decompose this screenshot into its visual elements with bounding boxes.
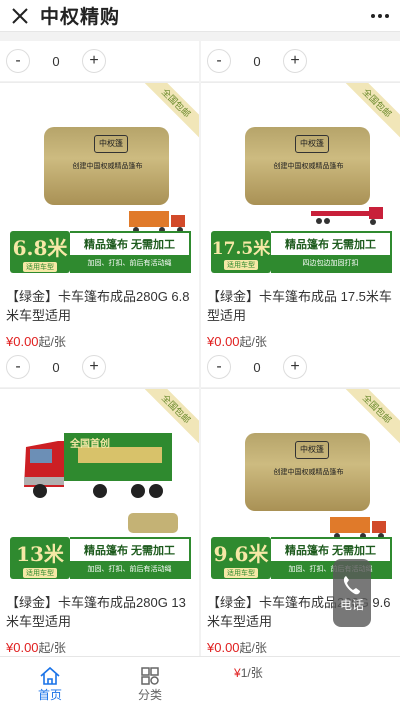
price-value: ¥0.00: [6, 640, 39, 655]
bag-caption: 创建中国权威精品篷布: [72, 163, 143, 170]
page-title: 中权精购: [40, 7, 121, 28]
partial-price-text: ¥1/张: [234, 666, 263, 680]
bag-logo: 中权篷: [94, 135, 128, 153]
more-icon: [371, 13, 375, 18]
minus-button[interactable]: -: [6, 355, 30, 379]
truck-icon: [330, 517, 386, 539]
product-card-3[interactable]: 全国包邮 全国首创 13米 适用车型 精品篷布 无需加工 加固、打扣、前后有活动…: [0, 388, 199, 663]
quantity-value[interactable]: 0: [231, 360, 283, 375]
banner-title: 精品篷布 无需加工: [284, 545, 377, 557]
bag-logo: 全国首创: [70, 439, 110, 450]
category-icon: [141, 666, 159, 685]
tab-category-label: 分类: [137, 687, 162, 702]
quantity-stepper[interactable]: - 0 +: [6, 48, 106, 74]
tarp-roll-image: 中权篷 创建中国权威精品篷布: [44, 127, 169, 205]
product-banner: 6.8米 适用车型 精品篷布 无需加工 加固、打扣、前后有活动绳: [10, 231, 191, 273]
banner-subtitle: 加固、打扣、前后有活动绳: [271, 561, 390, 577]
banner-title: 精品篷布 无需加工: [83, 239, 176, 251]
quantity-value[interactable]: 0: [30, 54, 82, 69]
product-card-2[interactable]: 全国包邮 中权篷 创建中国权威精品篷布 17.5米 适用车型 精品篷布 无需加工…: [201, 82, 400, 357]
product-image[interactable]: 全国包邮 全国首创 13米 适用车型 精品篷布 无需加工 加固、打扣、前后有活动…: [0, 389, 199, 589]
plus-button[interactable]: +: [82, 355, 106, 379]
minus-button[interactable]: -: [207, 49, 231, 73]
product-banner: 13米 适用车型 精品篷布 无需加工 加固、打扣、前后有活动绳: [10, 537, 191, 579]
flatbed-trailer-icon: [311, 207, 383, 225]
tarp-roll-small: [128, 513, 178, 533]
product-card-1[interactable]: 全国包邮 中权篷 创建中国权威精品篷布 6.8米 适用车型 精品篷布 无需加工 …: [0, 82, 199, 357]
home-icon: [40, 666, 60, 685]
quantity-stepper[interactable]: - 0 +: [207, 48, 307, 74]
product-name[interactable]: 【绿金】卡车篷布成品280G 13米车型适用: [0, 589, 199, 633]
price-unit: 起/张: [38, 641, 66, 655]
price-value: ¥0.00: [207, 640, 240, 655]
tarp-roll-image: 中权篷 创建中国权威精品篷布: [245, 433, 370, 511]
top-bar: 中权精购: [0, 0, 400, 32]
price-unit: 起/张: [239, 641, 267, 655]
tab-category[interactable]: 分类: [100, 657, 200, 711]
product-image[interactable]: 全国包邮 中权篷 创建中国权威精品篷布 6.8米 适用车型 精品篷布 无需加工 …: [0, 83, 199, 283]
more-button[interactable]: [360, 0, 400, 32]
close-icon: [12, 7, 28, 24]
tarp-roll-image: 中权篷 创建中国权威精品篷布: [245, 127, 370, 205]
plus-button[interactable]: +: [283, 355, 307, 379]
banner-title: 精品篷布 无需加工: [83, 545, 176, 557]
plus-button[interactable]: +: [283, 49, 307, 73]
quantity-stepper[interactable]: - 0 +: [207, 354, 307, 380]
truck-icon: [129, 211, 185, 233]
tab-home-label: 首页: [37, 687, 62, 702]
tab-home[interactable]: 首页: [0, 657, 100, 711]
minus-button[interactable]: -: [207, 355, 231, 379]
phone-icon: [343, 575, 360, 594]
size-badge: 17.5米 适用车型: [211, 231, 271, 273]
banner-title: 精品篷布 无需加工: [284, 239, 377, 251]
bag-logo: 中权篷: [295, 135, 329, 153]
quantity-value[interactable]: 0: [30, 360, 82, 375]
size-badge: 13米 适用车型: [10, 537, 70, 579]
size-badge: 6.8米 适用车型: [10, 231, 70, 273]
product-banner: 17.5米 适用车型 精品篷布 无需加工 四边包边加固打扣: [211, 231, 392, 273]
bottom-tab-bar: 首页 分类: [0, 656, 400, 711]
banner-subtitle: 加固、打扣、前后有活动绳: [70, 561, 189, 577]
banner-subtitle: 四边包边加固打扣: [271, 255, 390, 271]
product-image[interactable]: 全国包邮 中权篷 创建中国权威精品篷布 9.6米 适用车型 精品篷布 无需加工 …: [201, 389, 400, 589]
quantity-stepper[interactable]: - 0 +: [6, 354, 106, 380]
product-name[interactable]: 【绿金】卡车篷布成品 17.5米车型适用: [201, 283, 400, 327]
quantity-value[interactable]: 0: [231, 54, 283, 69]
plus-button[interactable]: +: [82, 49, 106, 73]
bag-logo: 中权篷: [295, 441, 329, 459]
product-name[interactable]: 【绿金】卡车篷布成品280G 6.8米车型适用: [0, 283, 199, 327]
banner-subtitle: 加固、打扣、前后有活动绳: [70, 255, 189, 271]
close-button[interactable]: [0, 0, 40, 32]
minus-button[interactable]: -: [6, 49, 30, 73]
product-image[interactable]: 全国包邮 中权篷 创建中国权威精品篷布 17.5米 适用车型 精品篷布 无需加工…: [201, 83, 400, 283]
bag-caption: 创建中国权威精品篷布: [273, 163, 344, 170]
bag-caption: 创建中国权威精品篷布: [273, 469, 344, 476]
stepper-cell-2: - 0 +: [201, 41, 400, 81]
stepper-cell-3: - 0 +: [0, 347, 199, 387]
call-button[interactable]: 电话: [333, 559, 371, 627]
stepper-cell-4: - 0 +: [201, 347, 400, 387]
call-button-label: 电话: [339, 597, 364, 612]
stepper-cell-1: - 0 +: [0, 41, 199, 81]
size-badge: 9.6米 适用车型: [211, 537, 271, 579]
